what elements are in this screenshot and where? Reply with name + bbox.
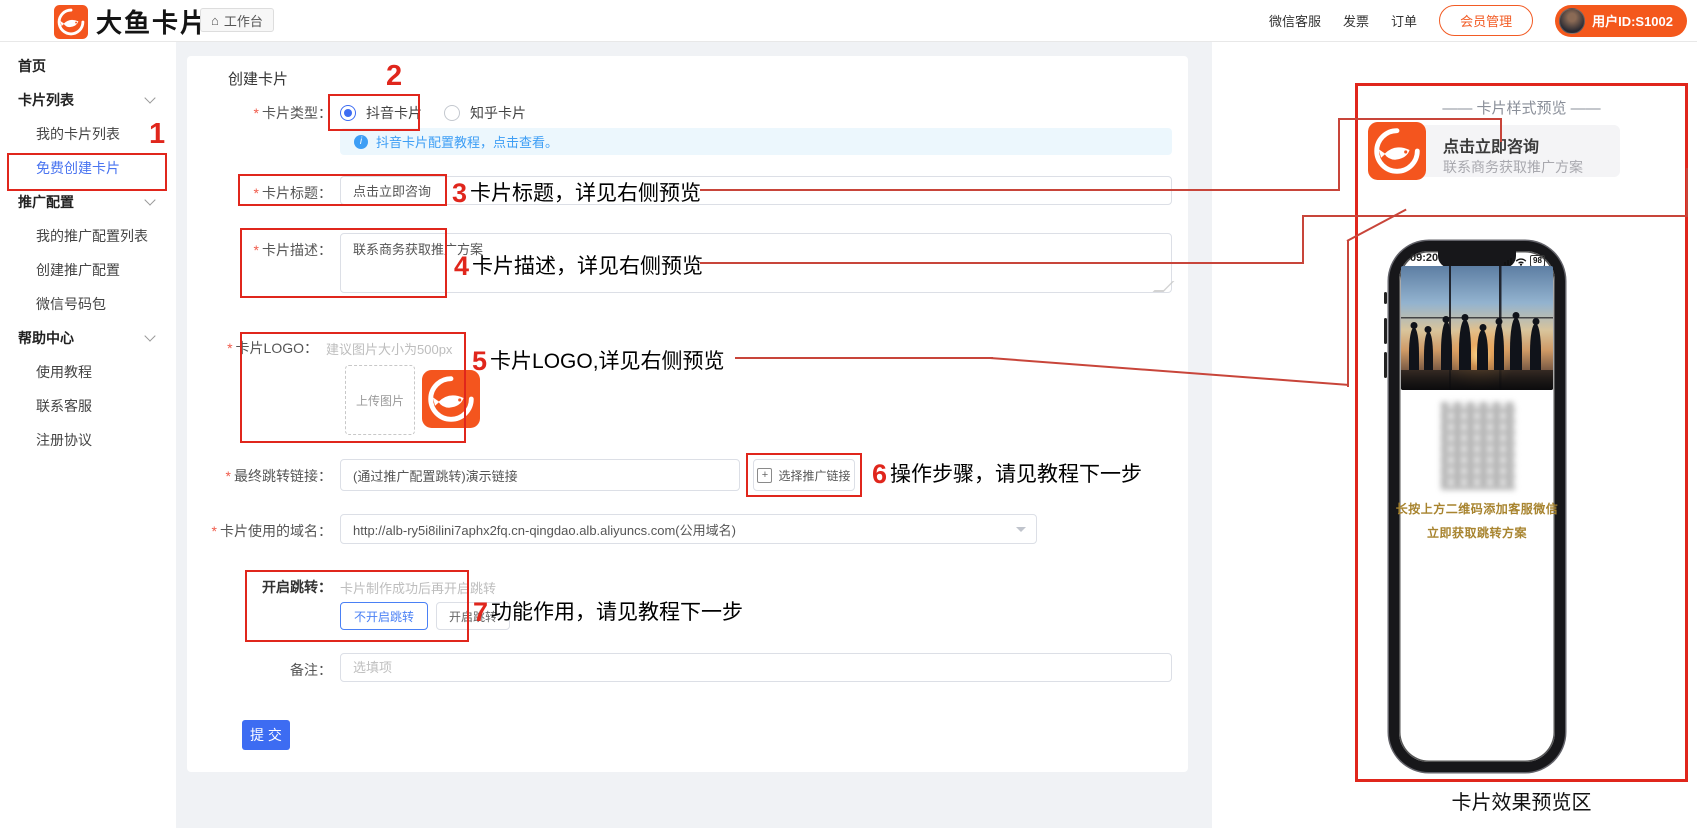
sidebar-item-wechat-pack[interactable]: 微信号码包 <box>0 287 176 321</box>
business-people-photo <box>1401 266 1553 390</box>
brand-title: 大鱼卡片 <box>96 3 208 40</box>
user-id-button[interactable]: 用户ID:S1002 <box>1555 5 1687 37</box>
blurred-qr-code <box>1441 402 1515 490</box>
sidebar-item-tutorial[interactable]: 使用教程 <box>0 355 176 389</box>
user-id-label: 用户ID:S1002 <box>1592 11 1673 30</box>
chevron-down-icon <box>144 194 155 205</box>
sidebar-item-home[interactable]: 首页 <box>0 49 176 83</box>
radio-zhihu[interactable] <box>444 105 460 121</box>
header-right: 微信客服 发票 订单 会员管理 用户ID:S1002 <box>1269 0 1687 41</box>
sidebar: 首页 卡片列表 我的卡片列表 免费创建卡片 推广配置 我的推广配置列表 创建推广… <box>0 41 176 828</box>
app-root: 大鱼卡片 ⌂ 工作台 微信客服 发票 订单 会员管理 用户ID:S1002 首页… <box>0 0 1697 828</box>
upload-image-button[interactable]: 上传图片 <box>345 365 415 435</box>
nav-orders[interactable]: 订单 <box>1391 11 1417 30</box>
jump-off-button-selected[interactable]: 不开启跳转 <box>340 602 428 630</box>
sidebar-item-agreement[interactable]: 注册协议 <box>0 423 176 457</box>
sidebar-group-promo-config[interactable]: 推广配置 <box>0 185 176 219</box>
tutorial-notice-link[interactable]: i 抖音卡片配置教程，点击查看。 <box>340 128 1172 155</box>
jump-on-button[interactable]: 开启跳转 <box>436 602 510 630</box>
chevron-down-icon <box>144 92 155 103</box>
jump-hint: 卡片制作成功后再开启跳转 <box>340 578 496 597</box>
sidebar-item-my-cards[interactable]: 我的卡片列表 <box>0 117 176 151</box>
plus-square-icon: + <box>757 468 772 483</box>
page-title: 创建卡片 <box>228 68 288 89</box>
final-link-label: *最终跳转链接： <box>190 466 332 486</box>
signal-bars-icon <box>1504 258 1512 265</box>
final-link-input[interactable] <box>340 459 740 491</box>
card-desc-label: *卡片描述： <box>210 240 332 260</box>
jump-label: 开启跳转： <box>210 577 332 597</box>
choose-promo-link-button[interactable]: + 选择推广链接 <box>753 459 855 491</box>
notice-text: 抖音卡片配置教程，点击查看。 <box>376 132 558 151</box>
remark-input[interactable] <box>340 653 1172 682</box>
fish-logo-icon <box>54 5 88 39</box>
nav-invoice[interactable]: 发票 <box>1343 11 1369 30</box>
nav-wechat-service[interactable]: 微信客服 <box>1269 11 1321 30</box>
phone-clock: 09:20 <box>1410 252 1438 264</box>
sidebar-item-create-card[interactable]: 免费创建卡片 <box>0 151 176 185</box>
radio-zhihu-label[interactable]: 知乎卡片 <box>470 103 526 123</box>
avatar <box>1559 8 1585 34</box>
phone-tip-line1: 长按上方二维码添加客服微信 <box>1389 500 1565 517</box>
remark-label: 备注： <box>270 660 332 680</box>
workbench-button[interactable]: ⌂ 工作台 <box>200 8 274 32</box>
card-type-options: 抖音卡片 知乎卡片 <box>340 103 526 123</box>
home-icon: ⌂ <box>211 13 219 28</box>
domain-selected-value: http://alb-ry5i8ilini7aphx2fq.cn-qingdao… <box>353 520 736 539</box>
radio-douyin-label[interactable]: 抖音卡片 <box>366 103 422 123</box>
phone-tip-line2: 立即获取跳转方案 <box>1389 524 1565 541</box>
phone-mute-switch <box>1384 292 1387 304</box>
chevron-down-icon <box>144 330 155 341</box>
preview-card-title: 点击立即咨询 <box>1443 133 1539 157</box>
sidebar-item-create-promo[interactable]: 创建推广配置 <box>0 253 176 287</box>
domain-label: *卡片使用的域名： <box>170 521 332 541</box>
sidebar-group-help[interactable]: 帮助中心 <box>0 321 176 355</box>
card-logo-label: *卡片LOGO： <box>190 338 318 358</box>
submit-button[interactable]: 提 交 <box>242 720 290 750</box>
card-title-input[interactable] <box>340 176 1172 205</box>
card-desc-textarea[interactable]: 联系商务获取推广方案 <box>340 233 1172 293</box>
preview-panel-title: —— 卡片样式预览 —— <box>1355 97 1688 118</box>
uploaded-logo-thumbnail <box>422 370 480 428</box>
preview-card-subtitle: 联系商务获取推广方案 <box>1443 157 1583 177</box>
card-title-label: *卡片标题： <box>210 183 332 203</box>
logo-size-hint: 建议图片大小为500px <box>326 339 452 358</box>
caret-down-icon <box>1016 527 1026 537</box>
top-header: 大鱼卡片 ⌂ 工作台 微信客服 发票 订单 会员管理 用户ID:S1002 <box>0 0 1697 42</box>
card-type-label: *卡片类型： <box>210 103 332 123</box>
member-manage-button[interactable]: 会员管理 <box>1439 5 1533 36</box>
sidebar-item-my-promo-list[interactable]: 我的推广配置列表 <box>0 219 176 253</box>
domain-select[interactable]: http://alb-ry5i8ilini7aphx2fq.cn-qingdao… <box>340 514 1037 544</box>
info-icon: i <box>354 135 368 149</box>
radio-douyin-selected[interactable] <box>340 105 356 121</box>
phone-volume-up-button <box>1384 318 1387 344</box>
sidebar-group-card-list[interactable]: 卡片列表 <box>0 83 176 117</box>
preview-card-logo <box>1368 122 1426 180</box>
wifi-icon <box>1515 257 1527 266</box>
preview-footer-label: 卡片效果预览区 <box>1355 786 1688 815</box>
sidebar-item-contact[interactable]: 联系客服 <box>0 389 176 423</box>
phone-volume-down-button <box>1384 352 1387 378</box>
workbench-label: 工作台 <box>224 11 263 30</box>
brand-logo: 大鱼卡片 <box>54 3 208 40</box>
